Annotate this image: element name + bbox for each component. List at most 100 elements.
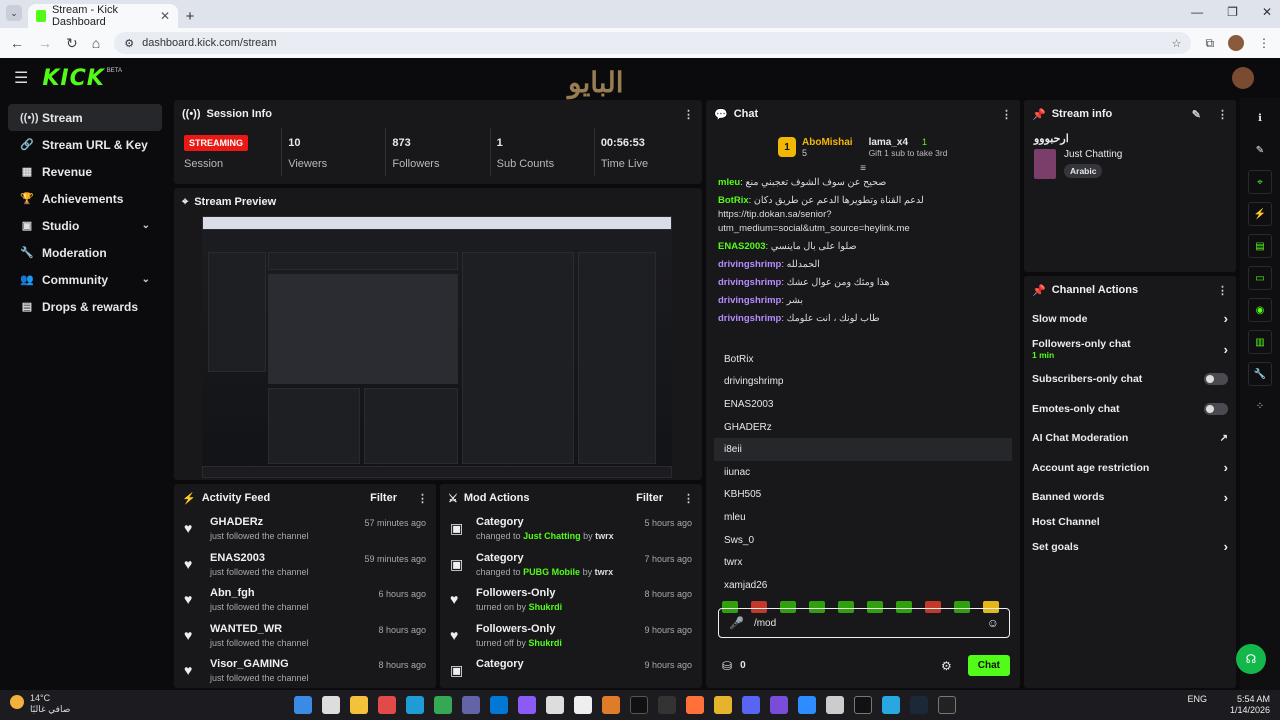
more-options-icon[interactable]: ⋮: [1217, 284, 1228, 297]
app-icon[interactable]: [826, 696, 844, 714]
emoji-icon[interactable]: ☺: [987, 616, 999, 630]
user-avatar[interactable]: [1232, 67, 1254, 89]
chat-input[interactable]: 🎤 /mod ☺: [718, 608, 1010, 638]
new-tab-button[interactable]: +: [178, 4, 202, 28]
suggestion-item[interactable]: iiunac: [714, 461, 1012, 484]
follower-name[interactable]: WANTED_WR: [210, 623, 368, 635]
suggestion-item[interactable]: BotRix: [714, 348, 1012, 371]
followers-only-action[interactable]: Followers-only chat 1 min ›: [1024, 334, 1236, 365]
follower-name[interactable]: Abn_fgh: [210, 587, 368, 599]
sidebar-item-stream[interactable]: ((•)) Stream: [8, 104, 162, 131]
chat-username[interactable]: BotRix: [718, 195, 749, 206]
edit-icon[interactable]: ✎: [1192, 108, 1201, 121]
chat-username[interactable]: ENAS2003: [718, 241, 766, 252]
mod-user[interactable]: twrx: [595, 531, 614, 541]
gifter-name[interactable]: lama_x4: [869, 137, 908, 148]
chat-username[interactable]: drivingshrimp: [718, 259, 781, 270]
banned-words-action[interactable]: Banned words ›: [1024, 483, 1236, 513]
host-channel-action[interactable]: Host Channel: [1024, 512, 1236, 532]
help-headset-icon[interactable]: ☊: [1236, 644, 1266, 674]
mod-action-target[interactable]: Just Chatting: [523, 531, 581, 541]
more-options-icon[interactable]: ⋮: [683, 492, 694, 505]
capcut-icon[interactable]: [854, 696, 872, 714]
info-icon[interactable]: ℹ: [1248, 106, 1272, 130]
app-icon[interactable]: [602, 696, 620, 714]
collapse-icon[interactable]: ≡: [706, 164, 1020, 174]
subscribers-only-toggle[interactable]: [1204, 373, 1228, 386]
weather-widget[interactable]: 14°C صافي غالبًا: [10, 693, 70, 715]
extensions-icon[interactable]: ⧉: [1205, 36, 1214, 51]
steam-icon[interactable]: [910, 696, 928, 714]
maximize-icon[interactable]: ❐: [1227, 5, 1238, 19]
app-icon[interactable]: [658, 696, 676, 714]
apps-icon[interactable]: ⁘: [1248, 394, 1272, 418]
kick-logo[interactable]: KICK: [42, 66, 104, 91]
suggestion-item[interactable]: GHADERz: [714, 416, 1012, 439]
edit-icon[interactable]: ✎: [1248, 138, 1272, 162]
edge-icon[interactable]: [406, 696, 424, 714]
suggestion-item[interactable]: i8eii: [714, 438, 1012, 461]
filter-button[interactable]: Filter: [636, 492, 663, 504]
suggestion-item[interactable]: twrx: [714, 551, 1012, 574]
profile-avatar[interactable]: [1228, 35, 1244, 51]
account-age-action[interactable]: Account age restriction ›: [1024, 453, 1236, 483]
app-icon[interactable]: [546, 696, 564, 714]
chat-username[interactable]: mleu: [718, 177, 740, 188]
set-goals-action[interactable]: Set goals ›: [1024, 532, 1236, 562]
more-options-icon[interactable]: ⋮: [1001, 108, 1012, 121]
file-explorer-icon[interactable]: [350, 696, 368, 714]
suggestion-item[interactable]: KBH505: [714, 484, 1012, 507]
suggestion-item[interactable]: xamjad26: [714, 574, 1012, 597]
emotes-only-toggle[interactable]: [1204, 402, 1228, 415]
filter-button[interactable]: Filter: [370, 492, 397, 504]
mod-user[interactable]: twrx: [595, 567, 614, 577]
chat-username[interactable]: drivingshrimp: [718, 295, 781, 306]
windows-start-icon[interactable]: [294, 696, 312, 714]
gifter-name[interactable]: AboMishai: [802, 137, 853, 148]
suggestion-item[interactable]: mleu: [714, 506, 1012, 529]
sidebar-item-drops[interactable]: ▤ Drops & rewards: [8, 293, 162, 320]
chat-icon[interactable]: ▭: [1248, 266, 1272, 290]
layout-icon[interactable]: ▥: [1248, 330, 1272, 354]
wrench-icon[interactable]: 🔧: [1248, 362, 1272, 386]
minimize-icon[interactable]: —: [1191, 5, 1203, 19]
more-options-icon[interactable]: ⋮: [417, 492, 428, 505]
follower-name[interactable]: ENAS2003: [210, 552, 354, 564]
document-icon[interactable]: ▤: [1248, 234, 1272, 258]
microphone-icon[interactable]: 🎤: [729, 616, 744, 630]
follower-name[interactable]: GHADERz: [210, 516, 354, 528]
firefox-icon[interactable]: [686, 696, 704, 714]
bookmark-star-icon[interactable]: ☆: [1172, 37, 1182, 50]
sidebar-item-community[interactable]: 👥 Community ⌄: [8, 266, 162, 293]
send-chat-button[interactable]: Chat: [967, 655, 1010, 676]
chat-username[interactable]: drivingshrimp: [718, 313, 781, 324]
more-options-icon[interactable]: ⋮: [1217, 108, 1228, 121]
browser-menu-icon[interactable]: ⋮: [1258, 36, 1270, 50]
sidebar-item-achievements[interactable]: 🏆 Achievements: [8, 185, 162, 212]
ai-moderation-action[interactable]: AI Chat Moderation ↗: [1024, 424, 1236, 454]
close-window-icon[interactable]: ✕: [1262, 5, 1272, 19]
play-store-icon[interactable]: [434, 696, 452, 714]
sidebar-item-stream-url-key[interactable]: 🔗 Stream URL & Key: [8, 131, 162, 158]
chatgpt-icon[interactable]: [574, 696, 592, 714]
app-icon[interactable]: [882, 696, 900, 714]
chrome-icon[interactable]: [714, 696, 732, 714]
points-icon[interactable]: ⛁: [722, 659, 732, 673]
mod-action-target[interactable]: PUBG Mobile: [523, 567, 580, 577]
sidebar-item-revenue[interactable]: ▦ Revenue: [8, 158, 162, 185]
task-view-icon[interactable]: [322, 696, 340, 714]
more-options-icon[interactable]: ⋮: [683, 108, 694, 121]
stream-preview-video[interactable]: [202, 216, 672, 478]
language-indicator[interactable]: ENG: [1187, 694, 1207, 704]
suggestion-item[interactable]: ENAS2003: [714, 393, 1012, 416]
gift-prompt[interactable]: Gift 1 sub to take 3rd: [869, 148, 948, 158]
home-icon[interactable]: ⌂: [92, 35, 100, 51]
mod-user[interactable]: Shukrdi: [529, 602, 563, 612]
scan-icon[interactable]: ⌖: [1248, 170, 1272, 194]
tab-menu-icon[interactable]: ⌄: [6, 5, 22, 21]
reload-icon[interactable]: ↻: [66, 35, 78, 52]
browser-tab[interactable]: Stream - Kick Dashboard ✕: [28, 4, 178, 28]
copilot-icon[interactable]: [518, 696, 536, 714]
epic-games-icon[interactable]: [938, 696, 956, 714]
site-info-icon[interactable]: ⚙: [124, 37, 134, 50]
